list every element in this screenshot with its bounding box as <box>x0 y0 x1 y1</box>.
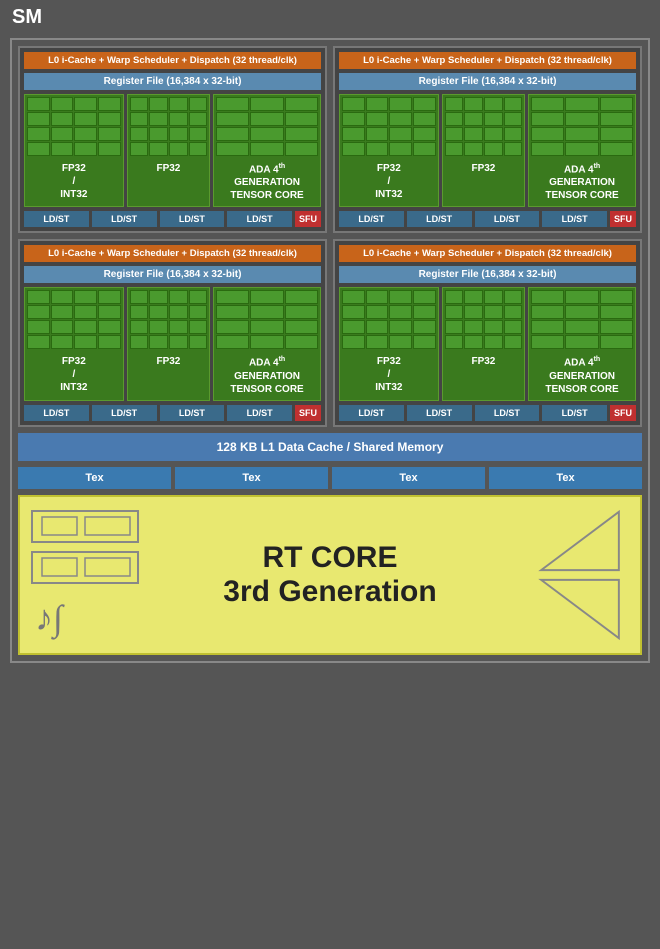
quadrant-3: L0 i-Cache + Warp Scheduler + Dispatch (… <box>18 239 327 426</box>
fp32-int32-block-1: FP32/INT32 <box>24 94 124 207</box>
ldst-2-4: LD/ST <box>542 211 607 227</box>
warp-scheduler-bar-3: L0 i-Cache + Warp Scheduler + Dispatch (… <box>24 245 321 262</box>
tex-2: Tex <box>175 467 328 489</box>
quadrant-grid: L0 i-Cache + Warp Scheduler + Dispatch (… <box>18 46 642 427</box>
sfu-4: SFU <box>610 405 636 421</box>
fp32-int32-block-3: FP32/INT32 <box>24 287 124 400</box>
fp32-block-4: FP32 <box>442 287 525 400</box>
register-file-bar-3: Register File (16,384 x 32-bit) <box>24 266 321 283</box>
ldst-2-3: LD/ST <box>475 211 540 227</box>
register-file-bar-1: Register File (16,384 x 32-bit) <box>24 73 321 90</box>
warp-scheduler-bar-4: L0 i-Cache + Warp Scheduler + Dispatch (… <box>339 245 636 262</box>
ldst-4-3: LD/ST <box>475 405 540 421</box>
rt-core-section: ♪∫ RT CORE 3rd Generation <box>18 495 642 655</box>
tex-1: Tex <box>18 467 171 489</box>
sfu-1: SFU <box>295 211 321 227</box>
rt-triangle-icon <box>530 507 630 575</box>
ldst-2-1: LD/ST <box>339 211 404 227</box>
quadrant-1: L0 i-Cache + Warp Scheduler + Dispatch (… <box>18 46 327 233</box>
ldst-4-4: LD/ST <box>542 405 607 421</box>
l1-cache-bar: 128 KB L1 Data Cache / Shared Memory <box>18 433 642 461</box>
sfu-3: SFU <box>295 405 321 421</box>
ldst-1-1: LD/ST <box>24 211 89 227</box>
ldst-4-2: LD/ST <box>407 405 472 421</box>
quadrant-2: L0 i-Cache + Warp Scheduler + Dispatch (… <box>333 46 642 233</box>
ldst-3-4: LD/ST <box>227 405 292 421</box>
svg-text:♪∫: ♪∫ <box>35 598 65 640</box>
ldst-3-1: LD/ST <box>24 405 89 421</box>
tensor-block-1: ADA 4thGENERATIONTENSOR CORE <box>213 94 321 207</box>
tex-4: Tex <box>489 467 642 489</box>
rt-shape-bottom-left: ♪∫ <box>30 590 140 640</box>
sm-title: SM <box>12 6 42 29</box>
tensor-block-2: ADA 4thGENERATIONTENSOR CORE <box>528 94 636 207</box>
fp32-block-2: FP32 <box>442 94 525 207</box>
rt-shape-top-left <box>30 509 140 544</box>
rt-decoration-left: ♪∫ <box>30 497 150 653</box>
tensor-block-4: ADA 4thGENERATIONTENSOR CORE <box>528 287 636 400</box>
ldst-4-1: LD/ST <box>339 405 404 421</box>
ldst-1-4: LD/ST <box>227 211 292 227</box>
rt-core-label: RT CORE 3rd Generation <box>223 541 436 609</box>
ldst-1-3: LD/ST <box>160 211 225 227</box>
rt-decoration-right <box>530 497 630 653</box>
quadrant-4: L0 i-Cache + Warp Scheduler + Dispatch (… <box>333 239 642 426</box>
fp32-int32-block-2: FP32/INT32 <box>339 94 439 207</box>
tensor-block-3: ADA 4thGENERATIONTENSOR CORE <box>213 287 321 400</box>
fp32-int32-block-4: FP32/INT32 <box>339 287 439 400</box>
warp-scheduler-bar-2: L0 i-Cache + Warp Scheduler + Dispatch (… <box>339 52 636 69</box>
tex-3: Tex <box>332 467 485 489</box>
rt-shape-right-bottom <box>530 575 630 643</box>
ldst-2-2: LD/ST <box>407 211 472 227</box>
sfu-2: SFU <box>610 211 636 227</box>
fp32-block-3: FP32 <box>127 287 210 400</box>
ldst-3-2: LD/ST <box>92 405 157 421</box>
register-file-bar-2: Register File (16,384 x 32-bit) <box>339 73 636 90</box>
sm-container: L0 i-Cache + Warp Scheduler + Dispatch (… <box>10 38 650 663</box>
tex-row: Tex Tex Tex Tex <box>18 467 642 489</box>
ldst-3-3: LD/ST <box>160 405 225 421</box>
warp-scheduler-bar-1: L0 i-Cache + Warp Scheduler + Dispatch (… <box>24 52 321 69</box>
rt-shape-middle-left <box>30 550 140 585</box>
fp32-block-1: FP32 <box>127 94 210 207</box>
ldst-1-2: LD/ST <box>92 211 157 227</box>
register-file-bar-4: Register File (16,384 x 32-bit) <box>339 266 636 283</box>
